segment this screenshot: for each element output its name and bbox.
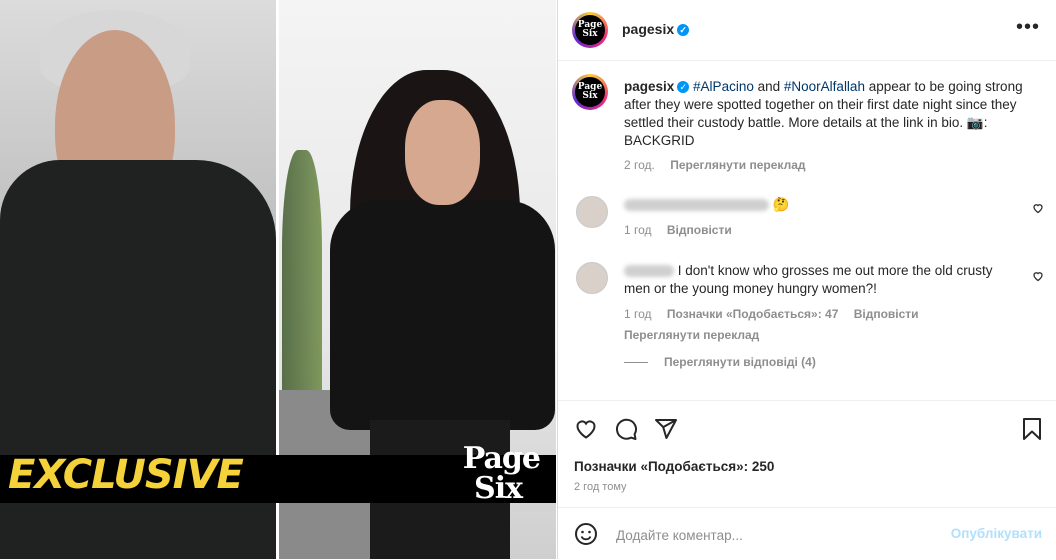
caption-and: and [757,79,781,94]
comment-meta: 1 год Позначки «Подобається»: 47 Відпові… [624,305,1004,323]
emoji-icon[interactable] [574,522,598,546]
photo-plant [282,150,322,400]
caption-meta: 2 год. Переглянути переклад [624,156,1034,174]
likes-label: Позначки «Подобається»: 250 [574,459,775,474]
share-icon[interactable] [654,417,678,441]
pagesix-watermark: Page Six [450,441,541,508]
comment-time: 1 год [624,223,652,237]
comment-input[interactable] [614,522,938,548]
comment-time: 1 год [624,307,652,321]
commenter-avatar[interactable] [576,262,608,294]
post-time: 2 год тому [574,481,627,493]
add-comment-bar: Опублікувати [558,507,1056,560]
post-actions: Позначки «Подобається»: 250 2 год тому [558,400,1056,501]
header-username-row: pagesix ✓ [622,21,690,37]
comment-text: I don't know who grosses me out more the… [624,262,1004,344]
avatar-logo: Page Six [575,77,605,107]
more-options-icon[interactable]: ••• [1016,16,1040,39]
caption-text: pagesix ✓ #AlPacino and #NoorAlfallah app… [624,78,1034,174]
verified-badge-icon: ✓ [677,24,690,37]
bookmark-icon[interactable] [1020,417,1044,441]
comment-icon[interactable] [614,417,638,441]
comment-likes-count[interactable]: Позначки «Подобається»: 47 [667,307,838,321]
watermark-line2: Six [474,471,523,506]
comment-emoji: 🤔 [772,197,790,212]
post-side-panel: Page Six pagesix ✓ ••• Page Six pagesix ✓ … [557,0,1056,559]
post-header: Page Six pagesix ✓ ••• [558,0,1056,61]
comment-body: I don't know who grosses me out more the… [624,263,993,296]
post-photo[interactable]: EXCLUSIVE Page Six [0,0,556,559]
comment-like-icon[interactable] [1032,202,1044,214]
photo-woman-jacket [330,200,555,430]
header-username[interactable]: pagesix [622,21,674,37]
instagram-post-view: EXCLUSIVE Page Six Page Six pagesix ✓ •••… [0,0,1056,559]
reply-button[interactable]: Відповісти [667,223,732,237]
commenter-avatar[interactable] [576,196,608,228]
watermark-line1: Page [462,441,541,476]
view-replies-label: Переглянути відповіді (4) [664,355,816,369]
comment-text: 🤔 1 год Відповісти [624,196,1004,239]
heart-icon[interactable] [574,417,598,441]
avatar-logo: Page Six [575,15,605,45]
replies-divider [624,362,648,364]
exclusive-label: EXCLUSIVE [8,452,244,498]
blurred-username [624,199,769,212]
comment-like-icon[interactable] [1032,270,1044,282]
hashtag-nooralfallah[interactable]: #NoorAlfallah [784,79,865,94]
photo-woman-face [405,100,480,205]
post-comment-button[interactable]: Опублікувати [951,526,1042,541]
hashtag-alpacino[interactable]: #AlPacino [693,79,754,94]
caption-avatar[interactable]: Page Six [572,74,608,110]
caption-time: 2 год. [624,158,655,172]
avatar[interactable]: Page Six [572,12,608,48]
likes-count[interactable]: Позначки «Подобається»: 250 [574,459,774,474]
caption-username[interactable]: pagesix [624,79,674,94]
see-translation-button[interactable]: Переглянути переклад [624,328,759,342]
verified-badge-icon: ✓ [677,81,690,94]
see-translation-button[interactable]: Переглянути переклад [670,158,805,172]
blurred-username [624,265,674,278]
comment-meta: 1 год Відповісти [624,221,1004,239]
comment-translate-row: Переглянути переклад [624,326,1004,344]
view-replies-button[interactable]: Переглянути відповіді (4) [624,355,816,369]
reply-button[interactable]: Відповісти [854,307,919,321]
